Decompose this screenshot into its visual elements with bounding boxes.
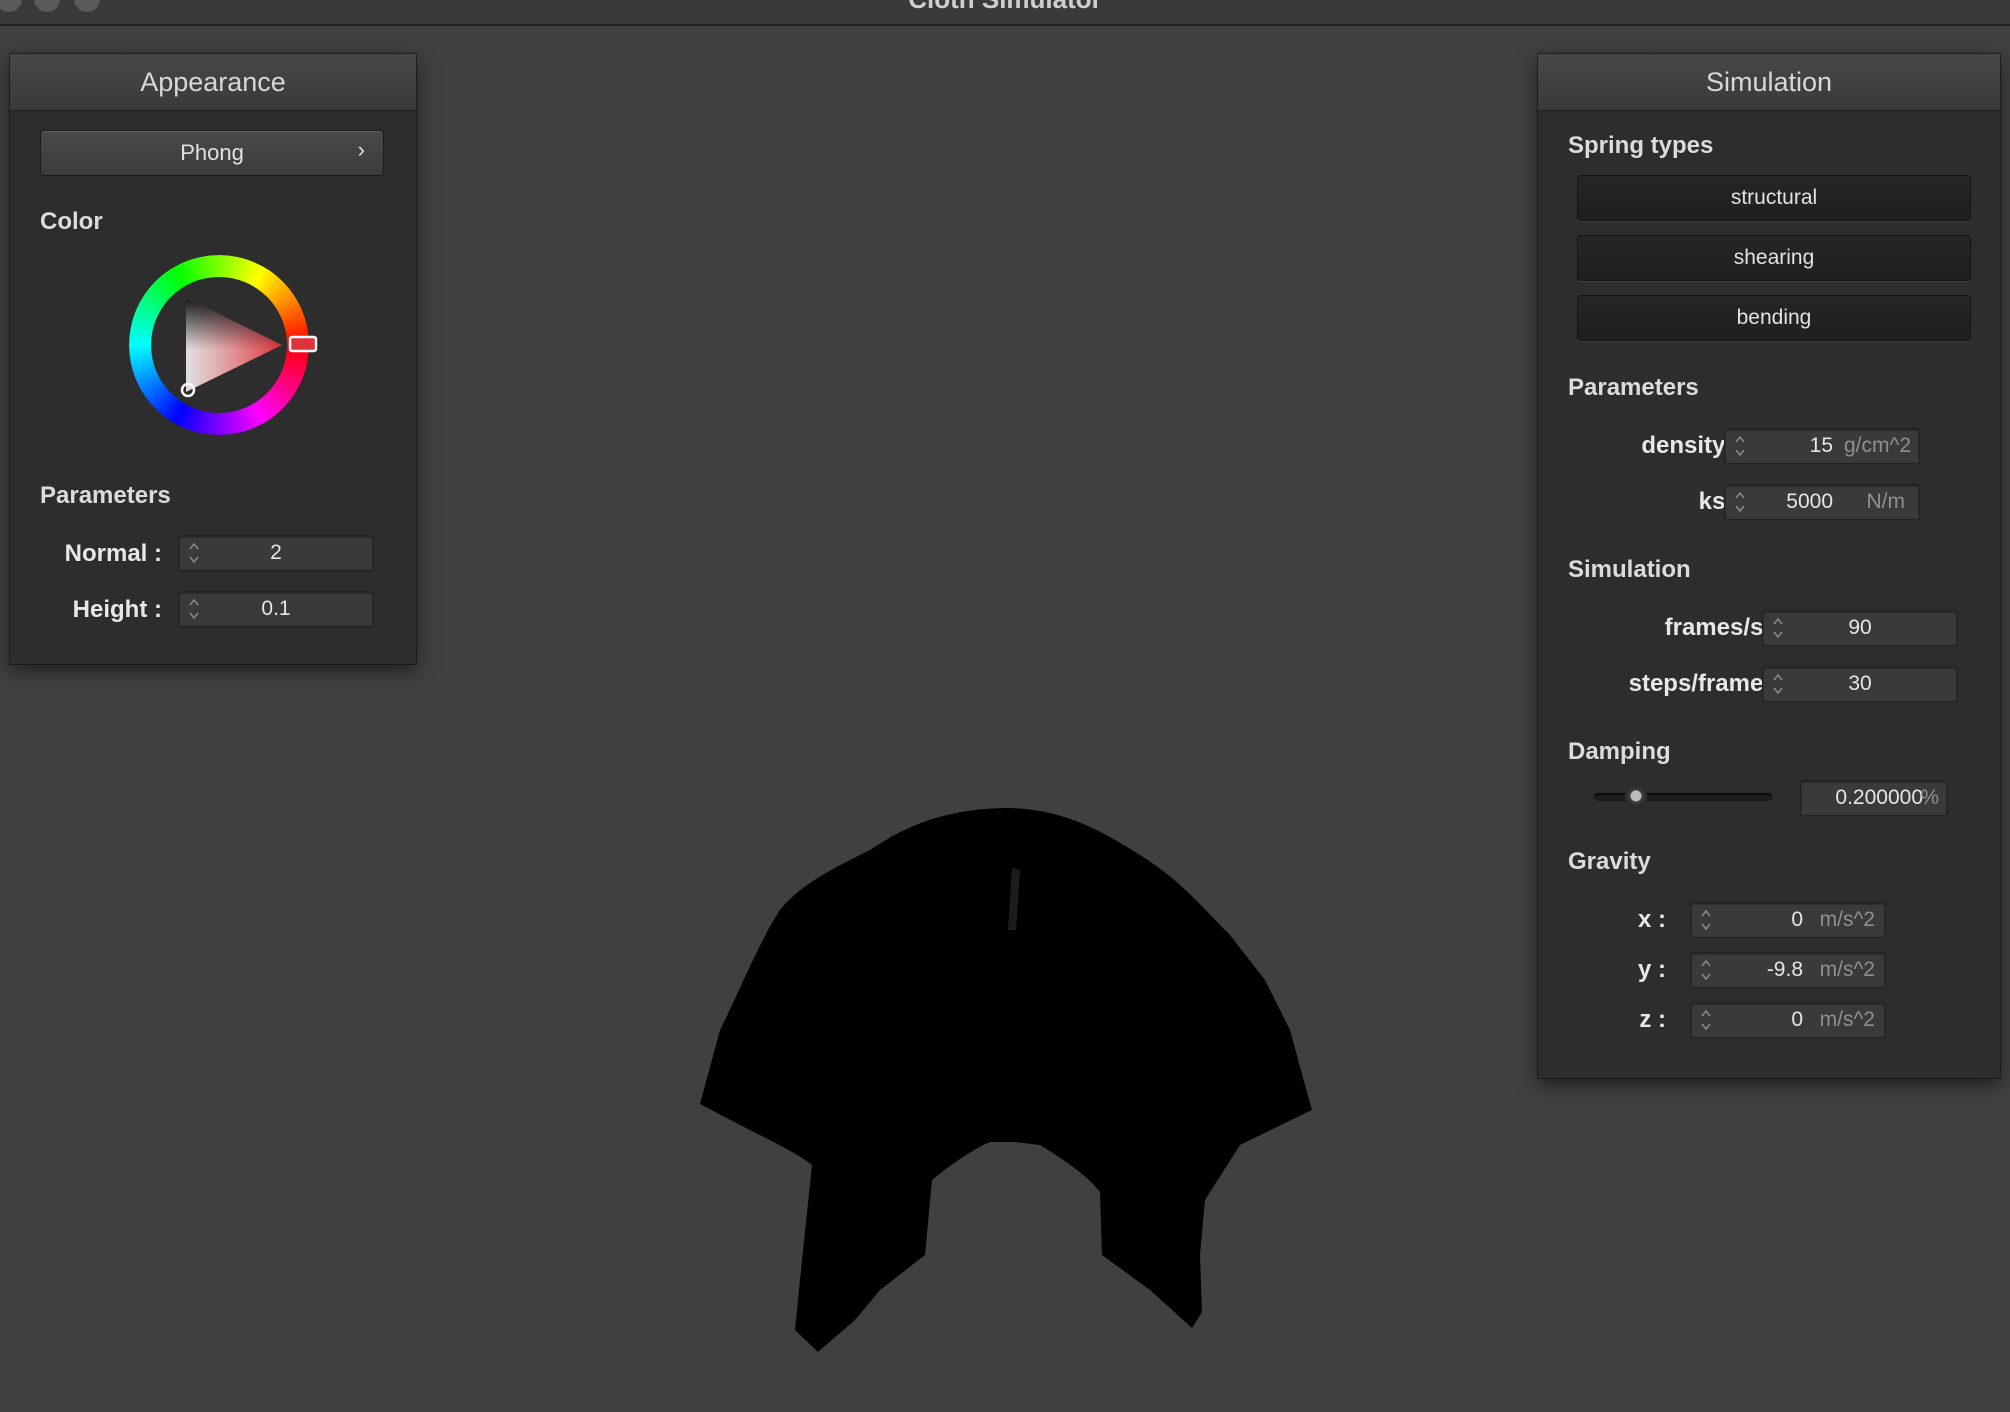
steps-value: 30 [1848,672,1872,695]
spring-bending-toggle[interactable]: bending [1577,295,1971,341]
gravity-y-value: -9.8 [1766,958,1803,981]
spring-types-label: Spring types [1568,132,1714,159]
hue-selector [288,335,318,353]
simulation-section-label: Simulation [1568,556,1691,583]
normal-value: 2 [270,541,282,564]
color-wheel[interactable] [124,250,324,450]
steps-input[interactable]: 30 [1762,666,1958,702]
chevron-right-icon: › [357,137,365,162]
gravity-x-unit: m/s^2 [1819,908,1875,931]
density-input[interactable]: 15 g/cm^2 [1724,428,1920,464]
shader-label: Phong [180,140,244,165]
damping-slider-track [1594,793,1772,801]
density-label: density : [1641,432,1740,459]
gravity-label: Gravity [1568,848,1651,875]
height-value: 0.1 [261,597,291,620]
height-input[interactable]: 0.1 [178,591,374,627]
density-unit: g/cm^2 [1843,434,1911,457]
gravity-z-input[interactable]: 0 m/s^2 [1690,1002,1886,1038]
gravity-z-label: z : [1639,1006,1666,1033]
fps-value: 90 [1848,616,1872,639]
damping-label: Damping [1568,738,1671,765]
gravity-z-value: 0 [1791,1008,1803,1031]
spring-structural-toggle[interactable]: structural [1577,175,1971,221]
simulation-panel-title: Simulation [1538,54,2000,111]
normal-label: Normal : [64,540,162,567]
ks-input[interactable]: 5000 N/m [1724,484,1920,520]
ks-label: ks : [1698,488,1740,515]
damping-slider-knob[interactable] [1625,786,1648,808]
appearance-panel: Appearance Phong › Color Parameters Norm… [10,54,416,664]
appearance-panel-title: Appearance [10,54,416,111]
simulation-panel: Simulation Spring types structural shear… [1538,54,2000,1078]
shader-select-button[interactable]: Phong › [40,130,384,176]
sim-params-label: Parameters [1568,374,1699,401]
damping-unit: % [1920,786,1939,809]
ks-unit: N/m [1866,490,1906,513]
steps-label: steps/frame : [1628,670,1778,697]
color-section-label: Color [40,208,103,235]
normal-input[interactable]: 2 [178,535,374,571]
spinner-arrows-icon[interactable] [1733,432,1747,460]
spring-shearing-toggle[interactable]: shearing [1577,235,1971,281]
spinner-arrows-icon[interactable] [1699,1006,1713,1034]
damping-value: 0.200000 [1835,786,1923,809]
gravity-x-input[interactable]: 0 m/s^2 [1690,902,1886,938]
damping-input[interactable]: 0.200000 % [1800,780,1948,816]
ks-value: 5000 [1786,490,1833,513]
appearance-params-label: Parameters [40,482,171,509]
fps-input[interactable]: 90 [1762,610,1958,646]
spinner-arrows-icon[interactable] [1699,906,1713,934]
gravity-y-unit: m/s^2 [1819,958,1875,981]
density-value: 15 [1809,434,1833,457]
spinner-arrows-icon[interactable] [1733,488,1747,516]
gravity-y-input[interactable]: -9.8 m/s^2 [1690,952,1886,988]
gravity-x-value: 0 [1791,908,1803,931]
gravity-x-label: x : [1637,906,1666,933]
spinner-arrows-icon[interactable] [1699,956,1713,984]
gravity-z-unit: m/s^2 [1819,1008,1875,1031]
height-label: Height : [72,596,162,623]
gravity-y-label: y : [1637,956,1666,983]
fps-label: frames/s : [1664,614,1778,641]
damping-slider[interactable] [1594,786,1772,808]
